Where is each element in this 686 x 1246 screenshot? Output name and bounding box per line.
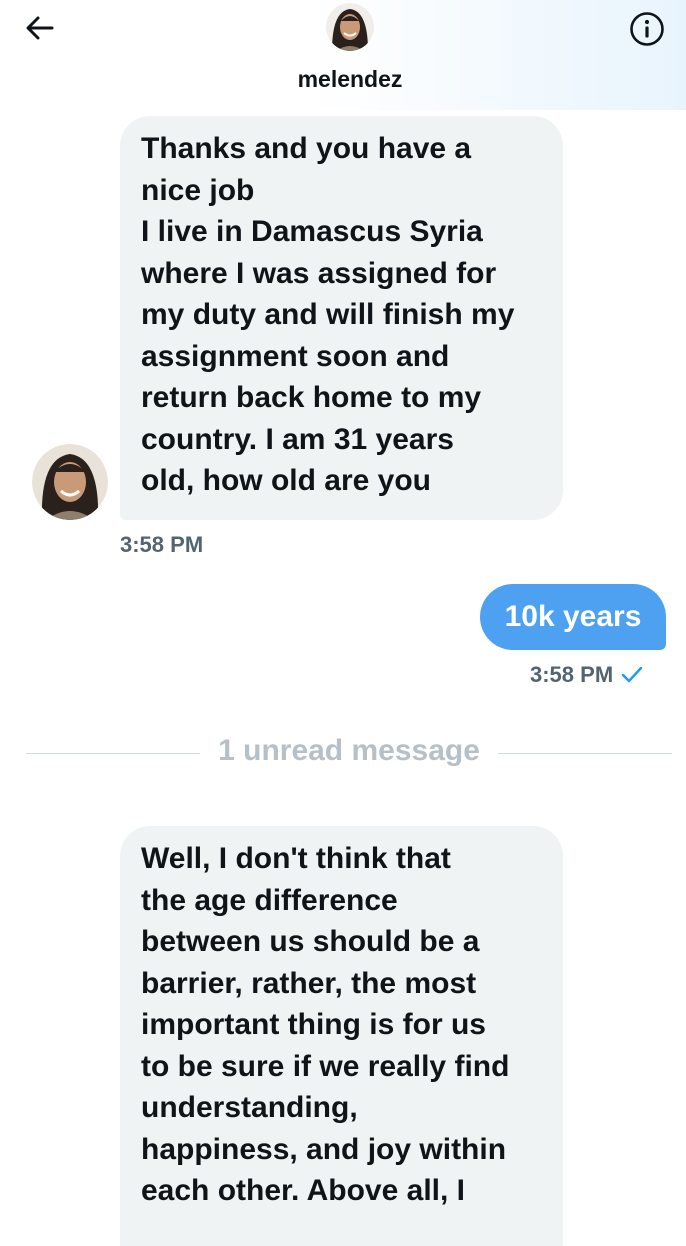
avatar-image xyxy=(326,3,374,51)
contact-avatar[interactable] xyxy=(326,3,374,51)
message-status: 3:58 PM xyxy=(530,662,643,688)
message-timestamp: 3:58 PM xyxy=(530,662,614,687)
contact-name[interactable]: melendez xyxy=(0,66,686,93)
avatar-image xyxy=(32,444,108,520)
conversation-header: melendez xyxy=(0,0,686,110)
sender-avatar[interactable] xyxy=(32,444,108,520)
message-timestamp: 3:58 PM xyxy=(120,532,204,557)
info-circle-icon xyxy=(630,12,664,46)
incoming-message-bubble[interactable]: Thanks and you have a nice job I live in… xyxy=(120,116,563,520)
outgoing-message-bubble[interactable]: 10k years xyxy=(480,584,666,650)
divider-line xyxy=(498,753,672,754)
checkmark-icon xyxy=(621,666,643,683)
arrow-left-icon xyxy=(26,16,54,40)
incoming-message-bubble[interactable]: Well, I don't think that the age differe… xyxy=(120,826,563,1246)
divider-line xyxy=(26,753,200,754)
back-button[interactable] xyxy=(22,10,58,46)
unread-divider-label: 1 unread message xyxy=(218,734,480,767)
conversation-info-button[interactable] xyxy=(628,10,666,48)
